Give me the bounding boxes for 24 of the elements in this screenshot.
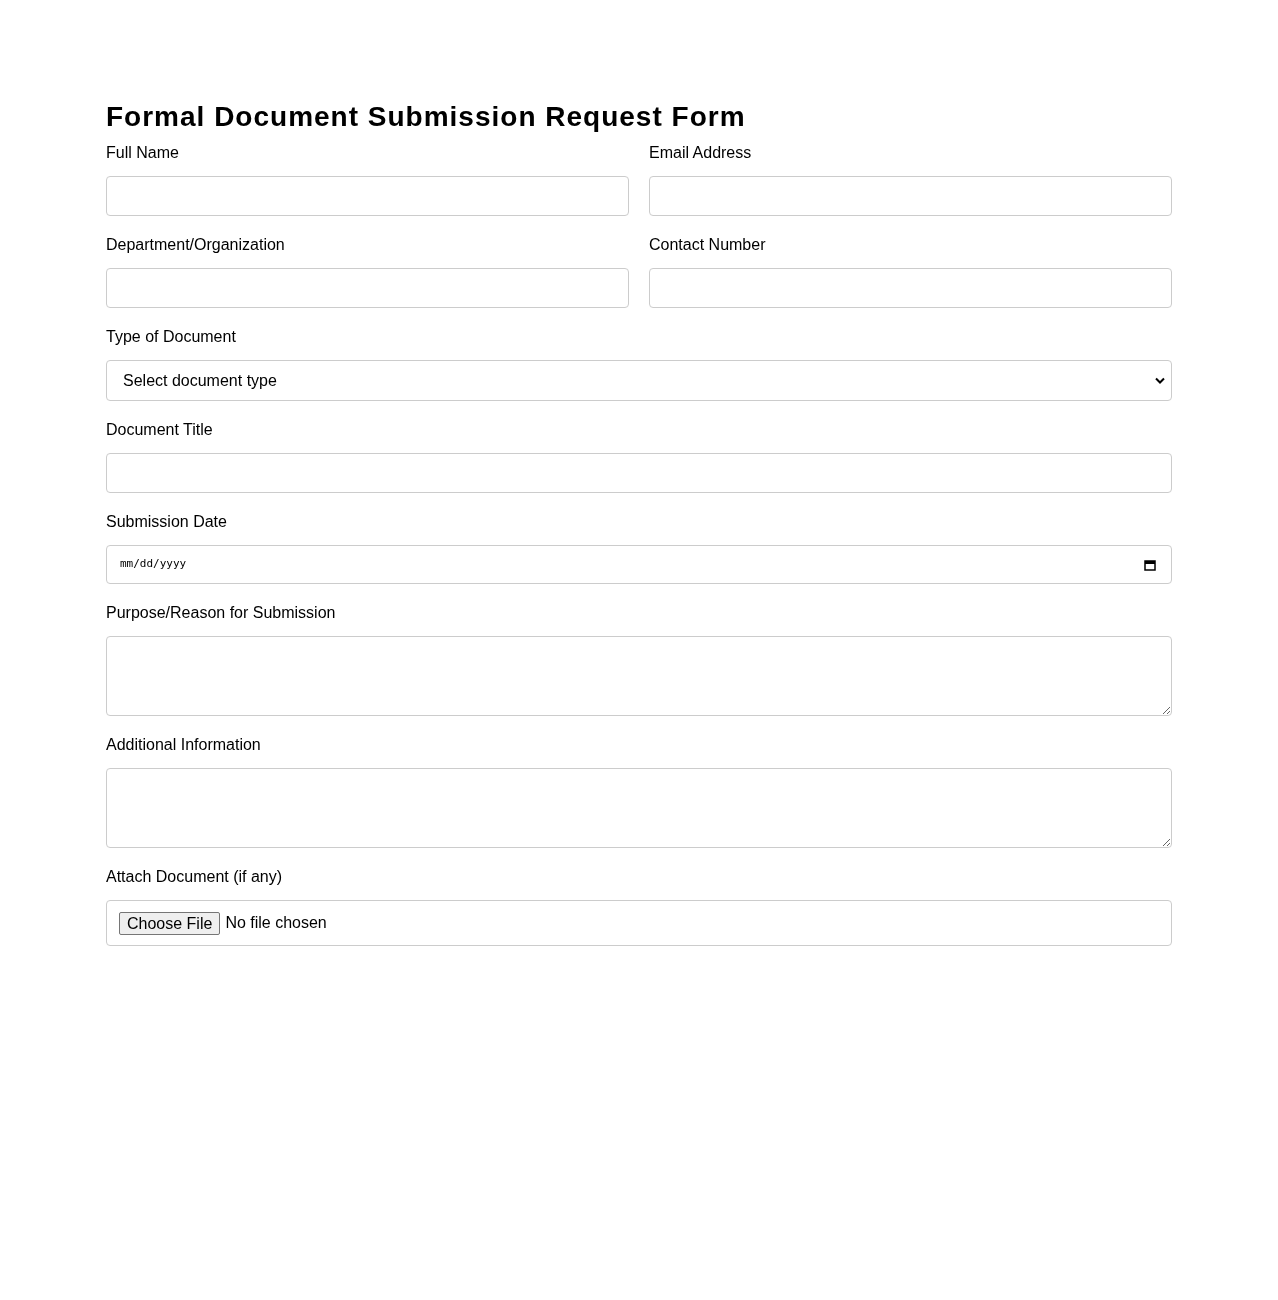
text-area[interactable] [106, 768, 1172, 848]
date-field[interactable]: mm/dd/yyyy [106, 545, 1172, 584]
text-field[interactable] [106, 268, 629, 308]
field-label: Submission Date [106, 513, 228, 531]
text-area[interactable] [106, 636, 1172, 716]
field-label: Document Title [106, 421, 214, 439]
field-label: Department/Organization [106, 236, 286, 254]
field-label: Full Name [106, 144, 180, 162]
text-field[interactable] [649, 268, 1172, 308]
choose-file-button[interactable]: Choose File [119, 911, 221, 935]
text-field[interactable] [106, 453, 1172, 493]
field-label: Additional Information [106, 736, 262, 754]
calendar-icon[interactable] [1144, 558, 1156, 571]
text-field[interactable] [649, 176, 1172, 216]
field-label: Attach Document (if any) [106, 868, 284, 886]
field-label: Purpose/Reason for Submission [106, 604, 337, 622]
dropdown[interactable]: Select document type [106, 360, 1172, 401]
file-status-text: No file chosen [225, 913, 327, 933]
field-label: Contact Number [649, 236, 767, 254]
form-title: Formal Document Submission Request Form [106, 100, 747, 134]
text-field[interactable] [106, 176, 629, 216]
field-label: Type of Document [106, 328, 237, 346]
field-label: Email Address [649, 144, 753, 162]
chevron-down-icon [1155, 377, 1165, 384]
